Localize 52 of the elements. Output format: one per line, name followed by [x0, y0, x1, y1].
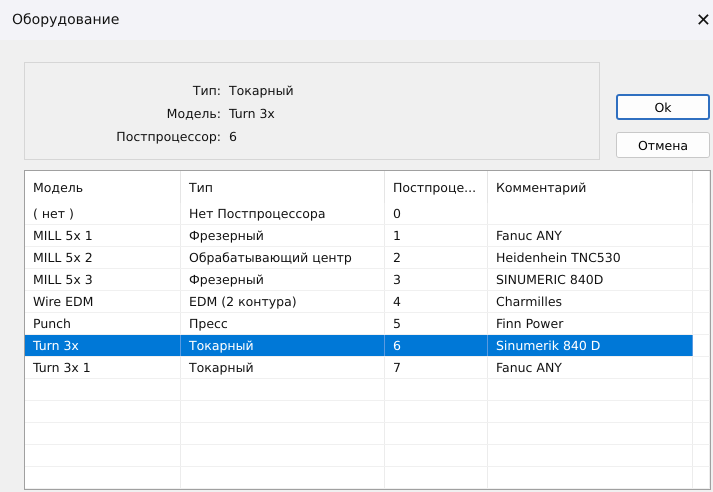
info-value: Turn 3x: [229, 106, 276, 120]
table-row[interactable]: Turn 3x Токарный 6 Sinumerik 840 D: [25, 335, 710, 357]
info-value: 6: [229, 128, 238, 144]
table-cell: 6: [385, 335, 488, 356]
cancel-button[interactable]: Отмена: [616, 132, 710, 158]
table-row[interactable]: MILL 5x 1 Фрезерный 1 Fanuc ANY: [25, 225, 710, 247]
table-cell: Sinumerik 840 D: [488, 335, 693, 356]
table-cell: 4: [385, 291, 488, 312]
info-label: Модель:: [166, 106, 221, 120]
table-cell: Токарный: [181, 357, 385, 378]
table-cell: Обрабатывающий центр: [181, 247, 385, 268]
table-row[interactable]: MILL 5x 3 Фрезерный 3 SINUMERIC 840D: [25, 269, 710, 291]
table-cell: ( нет ): [25, 203, 181, 224]
table-cell: Fanuc ANY: [488, 357, 693, 378]
column-header[interactable]: Постпроце...: [385, 171, 488, 203]
table-row[interactable]: Wire EDM EDM (2 контура) 4 Charmilles: [25, 291, 710, 313]
table-cell: Токарный: [181, 335, 385, 356]
table-cell: Wire EDM: [25, 291, 181, 312]
column-header[interactable]: Тип: [181, 171, 385, 203]
close-button[interactable]: ✕: [696, 10, 713, 30]
table-cell: Фрезерный: [181, 269, 385, 290]
table-cell: SINUMERIC 840D: [488, 269, 693, 290]
info-label: Постпроцессор:: [115, 128, 221, 144]
info-label: Тип:: [192, 82, 221, 98]
table-cell: Turn 3x: [25, 335, 181, 356]
table-cell: EDM (2 контура): [181, 291, 385, 312]
table-cell: 0: [385, 203, 488, 224]
ok-button[interactable]: Ok: [616, 94, 710, 120]
table-cell: Фрезерный: [181, 225, 385, 246]
info-value: Токарный: [229, 82, 295, 98]
table-cell: Нет Постпроцессора: [181, 203, 385, 224]
table-cell: Charmilles: [488, 291, 693, 312]
table-cell: 3: [385, 269, 488, 290]
table-cell: 7: [385, 357, 488, 378]
column-header[interactable]: Модель: [25, 171, 181, 203]
table-row[interactable]: ( нет ) Нет Постпроцессора 0: [25, 203, 710, 225]
column-header[interactable]: Комментарий: [488, 171, 693, 203]
table-row[interactable]: MILL 5x 2 Обрабатывающий центр 2 Heidenhein TNC530: [25, 247, 710, 269]
table-cell: Punch: [25, 313, 181, 334]
table-cell: Finn Power: [488, 313, 693, 334]
table-cell: MILL 5x 2: [25, 247, 181, 268]
table-cell: 1: [385, 225, 488, 246]
table-cell: 5: [385, 313, 488, 334]
table-cell: MILL 5x 3: [25, 269, 181, 290]
table-cell: Fanuc ANY: [488, 225, 693, 246]
table-cell: 2: [385, 247, 488, 268]
table-cell: Turn 3x 1: [25, 357, 181, 378]
table-cell: MILL 5x 1: [25, 225, 181, 246]
table-cell: Heidenhein TNC530: [488, 247, 693, 268]
window-title: Оборудование: [12, 12, 120, 28]
table-row[interactable]: Turn 3x 1 Токарный 7 Fanuc ANY: [25, 357, 710, 379]
table-cell: Пресс: [181, 313, 385, 334]
